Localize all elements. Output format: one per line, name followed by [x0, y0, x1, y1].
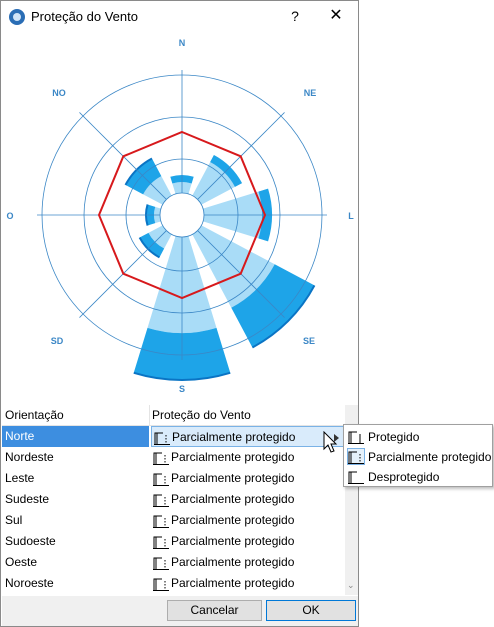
protection-dropdown-menu: Protegido Parcialmente protegido Desproteg…	[343, 424, 493, 487]
orientation-table: Orientação Proteção do Vento Norte Parcia…	[2, 405, 344, 595]
direction-label-no: NO	[52, 88, 66, 98]
menu-item-label: Protegido	[368, 430, 420, 444]
direction-label-ne: NE	[304, 88, 317, 98]
orientation-cell[interactable]: Leste	[2, 468, 149, 489]
ok-button[interactable]: OK	[266, 600, 356, 621]
menu-item-label: Desprotegido	[368, 470, 440, 484]
title-bar: Proteção do Vento ? ✕	[1, 1, 358, 32]
grid-ring	[159, 192, 205, 238]
table-row[interactable]: Sudoeste Parcialmente protegido	[2, 531, 344, 552]
orientation-cell[interactable]: Oeste	[2, 552, 149, 573]
table-row[interactable]: Oeste Parcialmente protegido	[2, 552, 344, 573]
table-row[interactable]: Nordeste Parcialmente protegido	[2, 447, 344, 468]
orientation-cell[interactable]: Norte	[2, 426, 149, 447]
menu-item-protected[interactable]: Protegido	[346, 427, 490, 447]
protection-value: Parcialmente protegido	[171, 576, 295, 590]
column-header-wind-protection[interactable]: Proteção do Vento	[152, 408, 251, 422]
partially-protected-icon	[153, 494, 169, 507]
protection-dropdown[interactable]: Parcialmente protegido	[151, 531, 344, 552]
table-header: Orientação Proteção do Vento	[2, 405, 344, 426]
protection-value: Parcialmente protegido	[171, 450, 295, 464]
protection-dropdown[interactable]: Parcialmente protegido	[151, 489, 344, 510]
cancel-button[interactable]: Cancelar	[167, 600, 262, 621]
table-row[interactable]: Leste Parcialmente protegido	[2, 468, 344, 489]
wind-rose-panel: N NE L SE S SD O NO	[2, 33, 358, 403]
protection-value: Parcialmente protegido	[171, 492, 295, 506]
menu-item-unprotected[interactable]: Desprotegido	[346, 467, 490, 487]
direction-label-sd: SD	[51, 336, 64, 346]
direction-label-l: L	[348, 211, 354, 221]
menu-item-label: Parcialmente protegido	[368, 450, 492, 464]
orientation-cell[interactable]: Nordeste	[2, 447, 149, 468]
protection-dropdown[interactable]: Parcialmente protegido	[151, 426, 344, 447]
direction-label-se: SE	[303, 336, 315, 346]
partially-protected-icon	[153, 557, 169, 570]
protection-value: Parcialmente protegido	[172, 430, 296, 444]
partially-protected-icon	[347, 448, 365, 465]
wind-rose-chart: N NE L SE S SD O NO	[6, 38, 354, 394]
table-row[interactable]: Noroeste Parcialmente protegido	[2, 573, 344, 594]
protection-value: Parcialmente protegido	[171, 513, 295, 527]
menu-item-partially-protected[interactable]: Parcialmente protegido	[346, 447, 492, 467]
protection-dropdown[interactable]: Parcialmente protegido	[151, 447, 344, 468]
help-button[interactable]: ?	[283, 5, 307, 27]
direction-label-o: O	[6, 211, 13, 221]
column-header-orientation[interactable]: Orientação	[5, 408, 64, 422]
direction-label-n: N	[179, 38, 186, 48]
wind-protection-dialog: Proteção do Vento ? ✕ N NE L SE S SD O NO Orien…	[0, 0, 359, 627]
protected-icon	[348, 431, 364, 444]
orientation-cell[interactable]: Sul	[2, 510, 149, 531]
scroll-down-arrow-icon[interactable]: ⌄	[347, 580, 355, 591]
table-row[interactable]: Sul Parcialmente protegido	[2, 510, 344, 531]
dialog-footer: Cancelar OK	[2, 596, 358, 626]
orientation-cell[interactable]: Sudeste	[2, 489, 149, 510]
app-icon	[9, 9, 25, 25]
protection-value: Parcialmente protegido	[171, 555, 295, 569]
column-separator	[149, 405, 150, 425]
mouse-cursor-icon	[323, 431, 338, 453]
partially-protected-icon	[153, 473, 169, 486]
protection-dropdown[interactable]: Parcialmente protegido	[151, 552, 344, 573]
partially-protected-icon	[153, 578, 169, 591]
protection-value: Parcialmente protegido	[171, 471, 295, 485]
close-button[interactable]: ✕	[321, 5, 351, 27]
partially-protected-icon	[153, 515, 169, 528]
partially-protected-icon	[154, 432, 170, 445]
orientation-cell[interactable]: Sudoeste	[2, 531, 149, 552]
partially-protected-icon	[153, 452, 169, 465]
direction-label-s: S	[179, 384, 185, 394]
protection-dropdown[interactable]: Parcialmente protegido	[151, 573, 344, 594]
protection-value: Parcialmente protegido	[171, 534, 295, 548]
orientation-cell[interactable]: Noroeste	[2, 573, 149, 594]
table-row[interactable]: Sudeste Parcialmente protegido	[2, 489, 344, 510]
partially-protected-icon	[153, 536, 169, 549]
protection-dropdown[interactable]: Parcialmente protegido	[151, 468, 344, 489]
unprotected-icon	[348, 471, 364, 484]
window-title: Proteção do Vento	[31, 9, 138, 24]
table-row[interactable]: Norte Parcialmente protegido	[2, 426, 344, 447]
protection-dropdown[interactable]: Parcialmente protegido	[151, 510, 344, 531]
